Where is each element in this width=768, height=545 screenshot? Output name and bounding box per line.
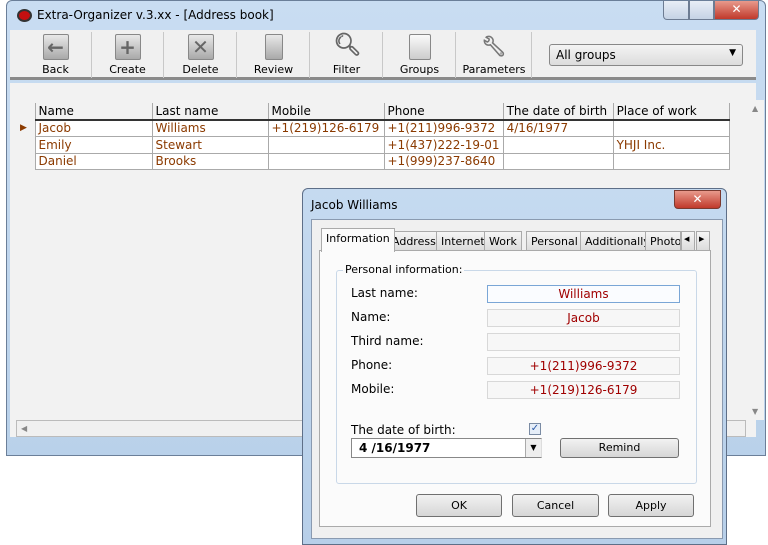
maximize-button[interactable] <box>689 1 714 20</box>
window-title: Extra-Organizer v.3.xx - [Address book] <box>37 8 274 22</box>
delete-button[interactable]: ✕ Delete <box>165 32 237 78</box>
cell[interactable] <box>267 135 385 154</box>
close-button[interactable]: ✕ <box>714 1 759 20</box>
cell[interactable] <box>612 152 730 171</box>
create-button[interactable]: + Create <box>92 32 164 78</box>
parameters-button[interactable]: 🔧︎ Parameters <box>457 32 532 78</box>
magnifier-icon: 🔍︎ <box>333 33 362 58</box>
group-label: Personal information: <box>343 263 465 276</box>
cancel-button[interactable]: Cancel <box>512 494 599 517</box>
tab-address[interactable]: Address <box>387 231 441 251</box>
dob-checkbox[interactable]: ✓ <box>529 423 541 435</box>
cell[interactable] <box>612 119 730 137</box>
remind-button[interactable]: Remind <box>560 438 679 458</box>
table-header: Name Last name Mobile Phone The date of … <box>17 103 730 121</box>
chevron-down-icon: ▼ <box>729 48 736 58</box>
contacts-table: Name Last name Mobile Phone The date of … <box>17 103 730 171</box>
col-phone[interactable]: Phone <box>383 103 504 121</box>
parameters-label: Parameters <box>462 63 526 76</box>
group-select[interactable]: All groups ▼ <box>549 44 743 66</box>
name-label: Name: <box>351 310 391 324</box>
app-eye-icon <box>17 9 32 22</box>
dob-value: 4 /16/1977 <box>359 441 431 455</box>
table-row[interactable]: Daniel Brooks +1(999)237-8640 <box>17 152 730 171</box>
back-button[interactable]: ← Back <box>20 32 92 78</box>
third-name-field[interactable] <box>487 333 680 351</box>
cell[interactable] <box>267 152 385 171</box>
last-name-field[interactable]: Williams <box>487 285 680 303</box>
cell[interactable]: Brooks <box>151 152 269 171</box>
group-select-value: All groups <box>556 48 616 62</box>
col-last-name[interactable]: Last name <box>151 103 269 121</box>
scroll-down-icon[interactable]: ▼ <box>752 407 758 416</box>
third-name-label: Third name: <box>351 334 424 348</box>
tab-internet[interactable]: Internet <box>436 231 490 251</box>
tab-scroll-left-icon[interactable]: ◀ <box>681 231 695 251</box>
tab-additionally[interactable]: Additionally <box>580 231 655 251</box>
filter-button[interactable]: 🔍︎ Filter <box>311 32 383 78</box>
back-arrow-icon: ← <box>42 34 69 60</box>
cell[interactable]: Emily <box>34 135 153 154</box>
tab-work[interactable]: Work <box>484 231 522 251</box>
plus-icon: + <box>114 34 141 60</box>
review-button[interactable]: Review <box>238 32 310 78</box>
cell[interactable] <box>502 152 614 171</box>
last-name-label: Last name: <box>351 286 418 300</box>
cell[interactable]: +1(999)237-8640 <box>383 152 504 171</box>
back-label: Back <box>42 63 69 76</box>
tab-photo[interactable]: Photo <box>645 231 681 251</box>
cell[interactable]: +1(437)222-19-01 <box>383 135 504 154</box>
mobile-field[interactable]: +1(219)126-6179 <box>487 381 680 399</box>
contact-card-icon <box>264 34 283 60</box>
cell[interactable]: +1(211)996-9372 <box>383 119 504 137</box>
scroll-left-icon[interactable]: ◀ <box>21 424 27 433</box>
cell[interactable]: 4/16/1977 <box>502 119 614 137</box>
table-row[interactable]: ▶ Jacob Williams +1(219)126-6179 +1(211)996… <box>17 119 730 137</box>
row-selected-icon: ▶ <box>17 119 35 137</box>
tab-personal[interactable]: Personal <box>526 231 583 251</box>
cell[interactable]: YHJI Inc. <box>612 135 730 154</box>
cell[interactable]: Williams <box>151 119 269 137</box>
phone-field[interactable]: +1(211)996-9372 <box>487 357 680 375</box>
cell[interactable] <box>502 135 614 154</box>
ok-button[interactable]: OK <box>416 494 502 517</box>
dialog-close-button[interactable]: ✕ <box>674 190 721 209</box>
name-field[interactable]: Jacob <box>487 309 680 327</box>
cell[interactable]: Daniel <box>34 152 153 171</box>
table-row[interactable]: Emily Stewart +1(437)222-19-01 YHJI Inc. <box>17 135 730 154</box>
cell[interactable]: Stewart <box>151 135 269 154</box>
groups-label: Groups <box>399 63 440 76</box>
cell[interactable]: Jacob <box>34 119 153 137</box>
dob-label: The date of birth: <box>351 423 456 437</box>
minimize-button[interactable] <box>663 1 689 20</box>
create-label: Create <box>109 63 146 76</box>
col-mobile[interactable]: Mobile <box>267 103 385 121</box>
phone-label: Phone: <box>351 358 393 372</box>
col-name[interactable]: Name <box>34 103 153 121</box>
delete-x-icon: ✕ <box>187 34 214 60</box>
wrench-icon: 🔧︎ <box>481 34 507 58</box>
tab-information[interactable]: Information <box>321 228 395 252</box>
scroll-up-icon[interactable]: ▲ <box>752 104 758 113</box>
delete-label: Delete <box>182 63 219 76</box>
vertical-scrollbar[interactable]: ▲ ▼ <box>748 100 764 420</box>
contact-dialog: Jacob Williams ✕ Information Address Int… <box>302 188 727 545</box>
review-label: Review <box>253 63 294 76</box>
documents-icon <box>408 34 431 60</box>
groups-button[interactable]: Groups <box>384 32 456 78</box>
dialog-title: Jacob Williams <box>311 198 398 212</box>
dropdown-arrow-icon[interactable]: ▼ <box>525 439 541 457</box>
apply-button[interactable]: Apply <box>608 494 694 517</box>
col-work[interactable]: Place of work <box>612 103 730 121</box>
tab-scroll-right-icon[interactable]: ▶ <box>696 231 710 251</box>
filter-label: Filter <box>332 63 361 76</box>
dob-date-picker[interactable]: 4 /16/1977 ▼ <box>351 438 542 458</box>
cell[interactable]: +1(219)126-6179 <box>267 119 385 137</box>
col-dob[interactable]: The date of birth <box>502 103 614 121</box>
mobile-label: Mobile: <box>351 382 395 396</box>
